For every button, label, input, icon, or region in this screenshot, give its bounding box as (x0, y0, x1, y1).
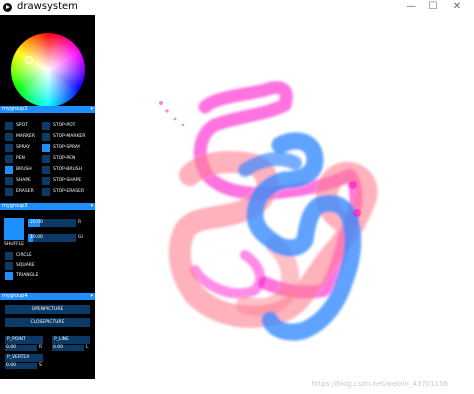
p-point-field[interactable]: 0.00 (5, 345, 37, 351)
tool-label: MARKER (16, 134, 36, 139)
group-header-mygroup3[interactable]: mygroup3 ▾ (0, 203, 95, 210)
play-circle-icon (3, 3, 12, 12)
tool-label: ERASER (16, 189, 34, 194)
tool-toggle[interactable] (5, 155, 13, 163)
slider-value: 10.00 (30, 235, 43, 240)
window-title: drawsystem (17, 1, 78, 12)
tool-toggle[interactable] (42, 122, 50, 130)
group-name: mygroup2 (2, 106, 28, 112)
close-picture-button[interactable]: CLOSEPICTURE (5, 318, 90, 327)
tool-label: SHAPE (16, 178, 31, 183)
tool-label: PEN (16, 156, 25, 161)
color-picker-handle[interactable] (25, 56, 33, 64)
shape-label: TRIANGLE (16, 273, 39, 278)
tool-label: SPOT (16, 123, 28, 128)
field-value: 0.00 (6, 363, 17, 368)
field-suffix: R (39, 345, 43, 350)
tool-label: STOP-SHAPE (53, 178, 82, 183)
shape-toggle[interactable] (5, 262, 13, 270)
watermark: https://blog.csdn.net/weixin_43701156 (311, 380, 448, 388)
maximize-button[interactable]: ☐ (422, 1, 444, 13)
group-name: mygroup4 (2, 293, 28, 299)
tool-label: STOP-PEN (53, 156, 76, 161)
shuffle-label: SHUFFLE (4, 242, 25, 247)
tool-toggle[interactable] (42, 188, 50, 196)
tool-label: STOP-ERASER (53, 189, 85, 194)
field-value: 0.00 (6, 345, 17, 350)
tool-toggle[interactable] (5, 133, 13, 141)
tool-label: SPRAY (16, 145, 30, 150)
tool-label: STOP-MARKER (53, 134, 86, 139)
field-value: 0.00 (53, 345, 64, 350)
tool-toggle[interactable] (5, 122, 13, 130)
tool-toggle[interactable] (5, 177, 13, 185)
drawing-canvas[interactable] (95, 15, 474, 394)
p-vertex-field[interactable]: 0.00 (5, 363, 37, 369)
p-vertex-button[interactable]: P_VERTEX (5, 354, 43, 362)
field-suffix: L (86, 345, 89, 350)
field-suffix: S (39, 363, 42, 368)
open-picture-button[interactable]: OPENPICTURE (5, 305, 90, 314)
slider-label-gi: GI (78, 235, 83, 240)
slider-r[interactable]: 20.00 (28, 219, 76, 227)
tool-toggle[interactable] (42, 144, 50, 152)
p-line-button[interactable]: P_LINE (52, 336, 90, 344)
p-point-button[interactable]: P_POINT (5, 336, 43, 344)
tool-label: STOP-POT (53, 123, 76, 128)
control-panel: mygroup2 ▾ SPOT STOP-POT MARKER STOP-MARKER… (0, 15, 95, 379)
group-name: mygroup3 (2, 203, 28, 209)
group-header-mygroup2[interactable]: mygroup2 ▾ (0, 106, 95, 113)
tool-toggle[interactable] (42, 166, 50, 174)
tool-label: BRUSH (16, 167, 32, 172)
shape-toggle[interactable] (5, 252, 13, 260)
magenta-stroke-2 (190, 250, 266, 299)
tool-toggle[interactable] (5, 188, 13, 196)
chevron-down-icon: ▾ (90, 293, 93, 299)
chevron-down-icon: ▾ (90, 203, 93, 209)
color-preview-swatch[interactable] (4, 218, 24, 240)
close-button[interactable]: ✕ (446, 1, 468, 13)
shape-toggle[interactable] (5, 272, 13, 280)
group-header-mygroup4[interactable]: mygroup4 ▾ (0, 293, 95, 300)
minimize-button[interactable]: — (400, 1, 422, 13)
tool-label: STOP-BRUSH (53, 167, 82, 172)
tool-toggle[interactable] (5, 144, 13, 152)
tool-toggle[interactable] (5, 166, 13, 174)
tool-toggle[interactable] (42, 155, 50, 163)
shape-label: SQUARE (16, 263, 35, 268)
color-wheel[interactable] (11, 33, 85, 107)
tool-toggle[interactable] (42, 133, 50, 141)
chevron-down-icon: ▾ (90, 106, 93, 112)
slider-value: 20.00 (30, 220, 43, 225)
title-bar: drawsystem — ☐ ✕ (0, 0, 474, 15)
shape-label: CIRCLE (16, 253, 32, 258)
tool-label: STOP-SPRAY (53, 145, 81, 150)
p-line-field[interactable]: 0.00 (52, 345, 84, 351)
tool-toggle[interactable] (42, 177, 50, 185)
slider-label-r: R (78, 220, 82, 225)
slider-gi[interactable]: 10.00 (28, 234, 76, 242)
